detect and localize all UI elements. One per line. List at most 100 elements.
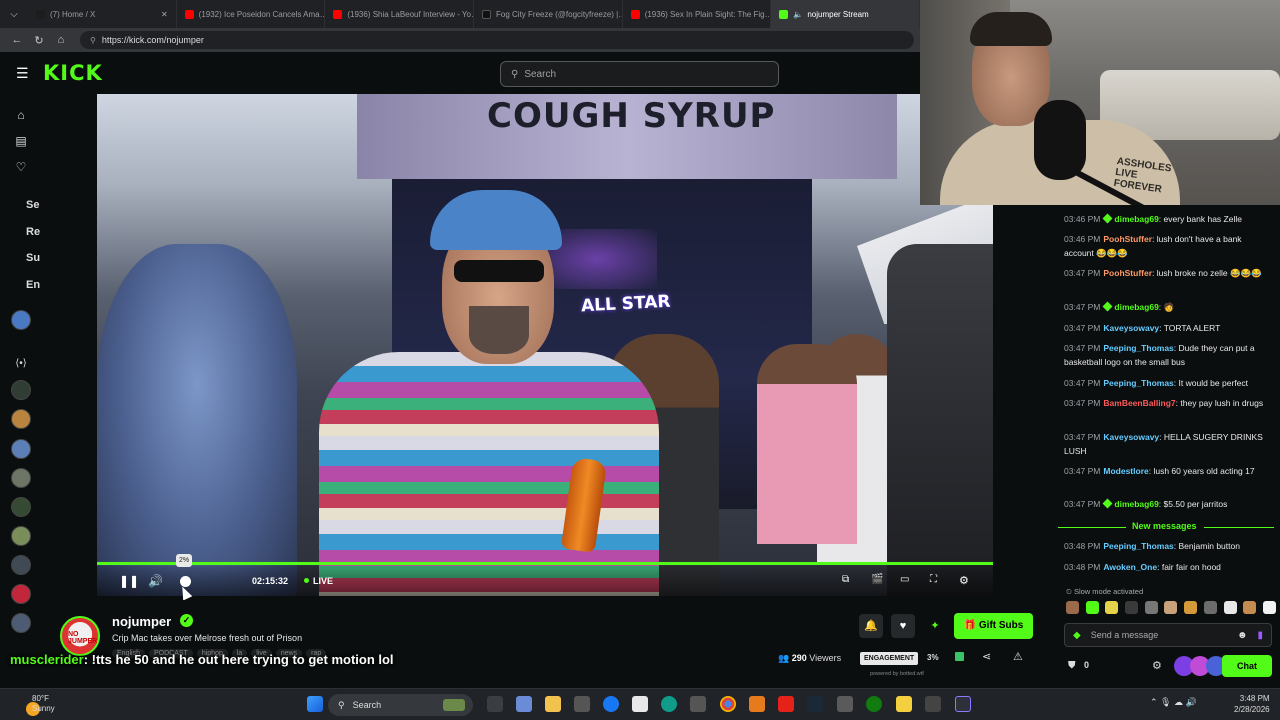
- fullscreen-icon[interactable]: ⛶: [930, 574, 937, 585]
- emote[interactable]: [1125, 601, 1139, 614]
- chat-message[interactable]: 03:47 PM BamBeenBalling7: they pay lush i…: [1064, 397, 1269, 411]
- emote[interactable]: [1184, 601, 1198, 614]
- chat-message[interactable]: 03:47 PM Kaveysowavy: TORTA ALERT: [1064, 322, 1269, 336]
- channel-avatar[interactable]: [11, 409, 31, 429]
- channel-avatar[interactable]: [11, 555, 31, 575]
- pause-icon[interactable]: ❚❚: [119, 574, 139, 588]
- emote[interactable]: [1203, 601, 1217, 614]
- browser-tab[interactable]: (1936) Shia LaBeouf Interview - Yo…✕: [325, 0, 475, 28]
- browser-tab[interactable]: (1936) Sex In Plain Sight: The Fig…✕: [623, 0, 772, 28]
- chat-username[interactable]: Peeping_Thomas: [1103, 343, 1173, 353]
- channel-avatar[interactable]: [11, 497, 31, 517]
- home-icon[interactable]: ⌂: [50, 34, 72, 46]
- chat-message[interactable]: 03:48 PM Awoken_One: fair fair on hood: [1064, 561, 1269, 575]
- file-explorer-icon[interactable]: [545, 696, 561, 712]
- browser-tab[interactable]: (1932) Ice Poseidon Cancels Ama…✕: [177, 0, 326, 28]
- video-player[interactable]: COUGH SYRUP ALL STAR: [97, 94, 993, 596]
- system-tray[interactable]: ⌃ 🎙 ☁ 🔊: [1150, 697, 1197, 708]
- start-windows-icon[interactable]: [307, 696, 323, 712]
- steam-icon[interactable]: [807, 696, 823, 712]
- browse-icon[interactable]: ▤: [14, 134, 28, 148]
- send-chat-button[interactable]: Chat: [1222, 655, 1272, 677]
- chat-message[interactable]: 03:47 PM Peeping_Thomas: It would be perf…: [1064, 377, 1269, 391]
- notes-icon[interactable]: [896, 696, 912, 712]
- chat-username[interactable]: dimebag69: [1114, 302, 1158, 312]
- youtube-icon[interactable]: [778, 696, 794, 712]
- taskbar-search[interactable]: ⚲ Search: [328, 694, 473, 716]
- chat-username[interactable]: BamBeenBalling7: [1103, 398, 1175, 408]
- app-icon[interactable]: [925, 696, 941, 712]
- vlc-icon[interactable]: [749, 696, 765, 712]
- back-icon[interactable]: ←: [6, 34, 28, 46]
- video-progress-bar[interactable]: [97, 562, 993, 565]
- channel-avatar[interactable]: [11, 526, 31, 546]
- channel-avatar[interactable]: [11, 439, 31, 459]
- chat-username[interactable]: PoohStuffer: [1103, 268, 1152, 278]
- streamer-avatar[interactable]: NO JUMPER: [60, 616, 100, 656]
- emote[interactable]: [1262, 601, 1276, 614]
- app-icon[interactable]: [837, 696, 853, 712]
- emote[interactable]: [1085, 601, 1099, 614]
- emote[interactable]: [1223, 601, 1237, 614]
- notification-bell-icon[interactable]: 🔔: [859, 614, 883, 638]
- browser-tab-active[interactable]: 🔈 nojumper Stream: [771, 0, 921, 28]
- sidebar-item-label[interactable]: Re: [26, 226, 40, 238]
- chat-message[interactable]: 03:47 PM PoohStuffer: lush broke no zelle…: [1064, 267, 1269, 281]
- chat-username[interactable]: Peeping_Thomas: [1103, 378, 1173, 388]
- clip-sparkle-icon[interactable]: ✦: [923, 614, 947, 638]
- report-warning-icon[interactable]: ⚠: [1013, 650, 1023, 663]
- close-tab-icon[interactable]: ✕: [155, 10, 168, 19]
- chat-message[interactable]: 03:46 PM dimebag69: every bank has Zelle: [1064, 213, 1269, 227]
- streamer-name[interactable]: nojumper: [112, 614, 171, 629]
- menu-hamburger-icon[interactable]: ☰: [16, 65, 29, 82]
- chat-settings-gear-icon[interactable]: ⚙: [1152, 659, 1162, 672]
- browser-tab[interactable]: Fog City Freeze (@fogcityfreeze) |…✕: [474, 0, 623, 28]
- task-view-icon[interactable]: [487, 696, 503, 712]
- emote[interactable]: [1164, 601, 1178, 614]
- chat-message[interactable]: 03:47 PM dimebag69: 🧑: [1064, 301, 1269, 315]
- channel-avatar[interactable]: [11, 468, 31, 488]
- obs-icon[interactable]: [955, 696, 971, 712]
- picture-in-picture-icon[interactable]: ⧉: [842, 574, 849, 585]
- facebook-icon[interactable]: [603, 696, 619, 712]
- calculator-icon[interactable]: [690, 696, 706, 712]
- chat-username[interactable]: Awoken_One: [1103, 562, 1157, 572]
- home-icon[interactable]: ⌂: [14, 108, 28, 122]
- chat-username[interactable]: dimebag69: [1114, 214, 1158, 224]
- chat-username[interactable]: Kaveysowavy: [1103, 323, 1159, 333]
- clip-icon[interactable]: 🎬: [871, 574, 883, 585]
- gift-subs-button[interactable]: 🎁 Gift Subs: [954, 613, 1033, 639]
- emote[interactable]: [1066, 601, 1079, 614]
- chat-username[interactable]: Kaveysowavy: [1103, 432, 1159, 442]
- store-icon[interactable]: [574, 696, 590, 712]
- theater-mode-icon[interactable]: ▭: [900, 574, 909, 585]
- chat-username[interactable]: Peeping_Thomas: [1103, 541, 1173, 551]
- site-info-icon[interactable]: ⚲: [90, 36, 96, 45]
- chat-username[interactable]: PoohStuffer: [1103, 234, 1152, 244]
- kick-logo[interactable]: KICK: [43, 61, 103, 85]
- emote[interactable]: [1144, 601, 1158, 614]
- sidebar-item-label[interactable]: Su: [26, 252, 40, 264]
- kick-emotes-icon[interactable]: ▮: [1257, 630, 1263, 641]
- copilot-icon[interactable]: [516, 696, 532, 712]
- channel-avatar[interactable]: [11, 380, 31, 400]
- volume-icon[interactable]: 🔊: [148, 574, 163, 588]
- follow-heart-icon[interactable]: ♥: [891, 614, 915, 638]
- amazon-icon[interactable]: [632, 696, 648, 712]
- chrome-icon[interactable]: [720, 696, 736, 712]
- chat-message[interactable]: 03:47 PM Modestlore: lush 60 years old ac…: [1064, 465, 1269, 479]
- emote[interactable]: [1105, 601, 1119, 614]
- url-field[interactable]: ⚲ https://kick.com/nojumper: [80, 31, 914, 49]
- new-messages-divider[interactable]: New messages: [1058, 521, 1274, 533]
- chat-username[interactable]: Modestlore: [1103, 466, 1148, 476]
- search-input[interactable]: ⚲ Search: [500, 61, 779, 87]
- channel-avatar[interactable]: [11, 613, 31, 633]
- expand-sidebar-icon[interactable]: ⟨•⟩: [14, 357, 28, 371]
- settings-gear-icon[interactable]: ⚙: [959, 574, 969, 587]
- chat-message[interactable]: 03:47 PM Kaveysowavy: HELLA SUGERY DRINKS…: [1064, 431, 1269, 458]
- channel-avatar[interactable]: [11, 584, 31, 604]
- chat-message[interactable]: 03:47 PM dimebag69: $5.50 per jarritos: [1064, 498, 1269, 512]
- xbox-icon[interactable]: [866, 696, 882, 712]
- chat-message-input[interactable]: ◆ Send a message ☻ ▮: [1064, 623, 1272, 647]
- emoji-picker-icon[interactable]: ☻: [1237, 630, 1248, 641]
